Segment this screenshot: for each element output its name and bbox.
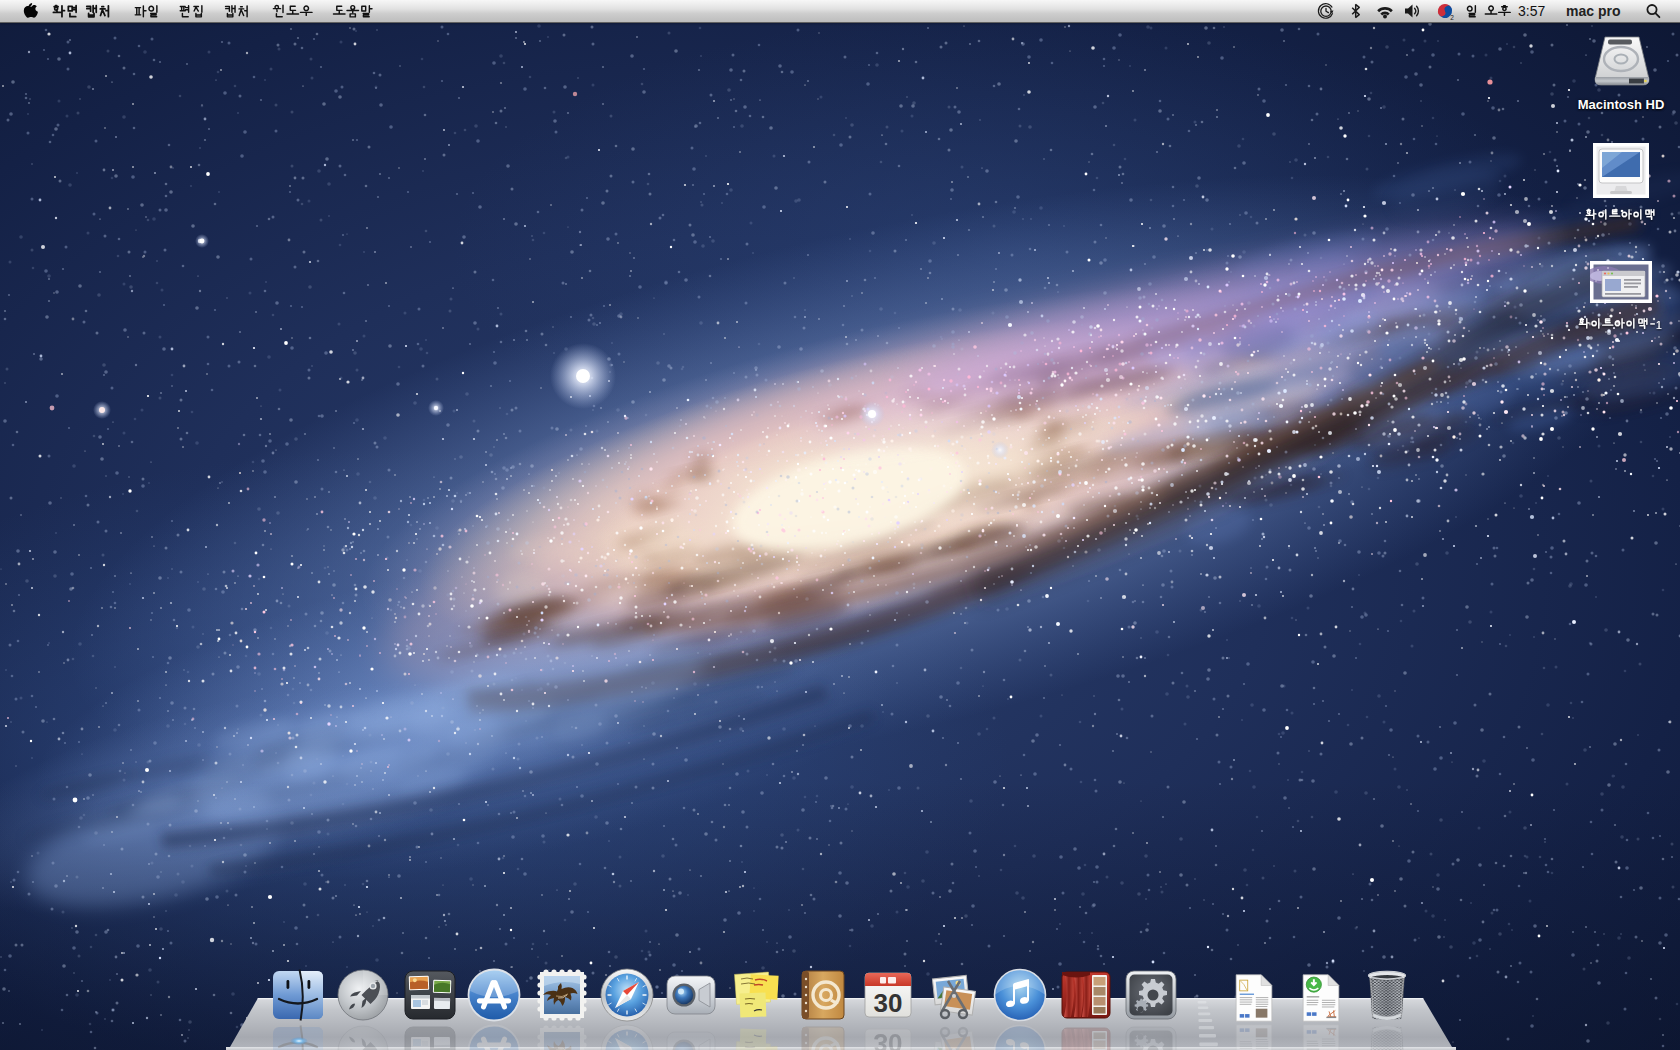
svg-text:mac pro: mac pro bbox=[1566, 3, 1620, 19]
svg-text:2: 2 bbox=[1450, 14, 1454, 21]
svg-text:3:57: 3:57 bbox=[1518, 3, 1545, 19]
